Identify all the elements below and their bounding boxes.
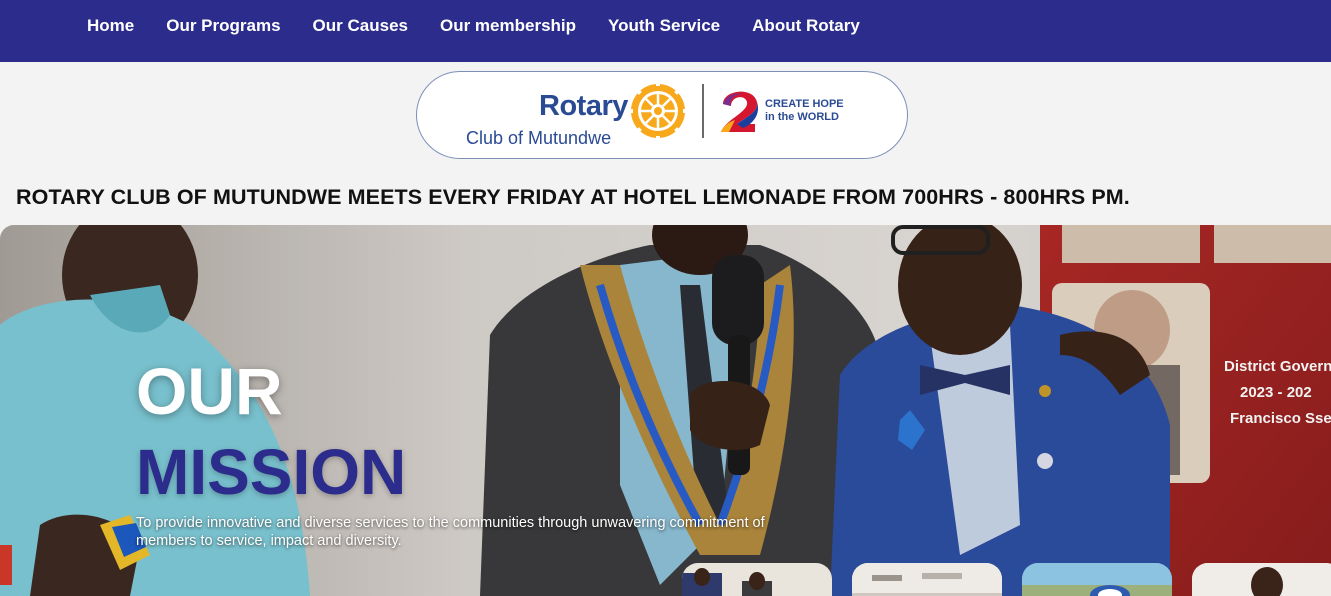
create-hope-swirl-icon — [721, 91, 759, 132]
logo-slogan-line2: in the WORLD — [765, 111, 839, 123]
nav-about-rotary[interactable]: About Rotary — [752, 16, 860, 36]
nav-menu: Home Our Programs Our Causes Our members… — [87, 0, 892, 52]
club-logo[interactable]: Rotary Club of Mutundwe CREATE HOPE in t… — [416, 71, 908, 159]
gallery-thumbnail-1[interactable] — [682, 563, 832, 596]
logo-brand-text: Rotary — [539, 90, 628, 122]
nav-our-programs[interactable]: Our Programs — [166, 16, 280, 36]
nav-youth-service[interactable]: Youth Service — [608, 16, 720, 36]
gallery-thumbnail-4[interactable] — [1192, 563, 1331, 596]
gallery-thumbnail-3[interactable] — [1022, 563, 1172, 596]
hero-title-mission: MISSION — [136, 436, 407, 508]
nav-our-membership[interactable]: Our membership — [440, 16, 576, 36]
nav-home[interactable]: Home — [87, 16, 134, 36]
rotary-wheel-icon — [629, 82, 687, 140]
nav-our-causes[interactable]: Our Causes — [313, 16, 408, 36]
top-navbar: Home Our Programs Our Causes Our members… — [0, 0, 1331, 62]
thumbnail-2-image — [852, 563, 1002, 596]
hero-mission-description: To provide innovative and diverse servic… — [136, 515, 765, 549]
meeting-announcement: ROTARY CLUB OF MUTUNDWE MEETS EVERY FRID… — [16, 185, 1130, 209]
thumbnail-4-image — [1192, 563, 1331, 596]
hero-mission-section: District Governo 2023 - 202 Francisco Ss… — [0, 225, 1331, 596]
logo-slogan-line1: CREATE HOPE — [765, 98, 844, 110]
thumbnail-1-image — [682, 563, 832, 596]
logo-divider — [702, 84, 704, 138]
hero-title-our: OUR — [136, 354, 283, 428]
thumbnail-3-image — [1022, 563, 1172, 596]
gallery-thumbnail-2[interactable] — [852, 563, 1002, 596]
logo-slogan: CREATE HOPE in the WORLD — [765, 98, 844, 124]
logo-club-name: Club of Mutundwe — [466, 128, 612, 148]
